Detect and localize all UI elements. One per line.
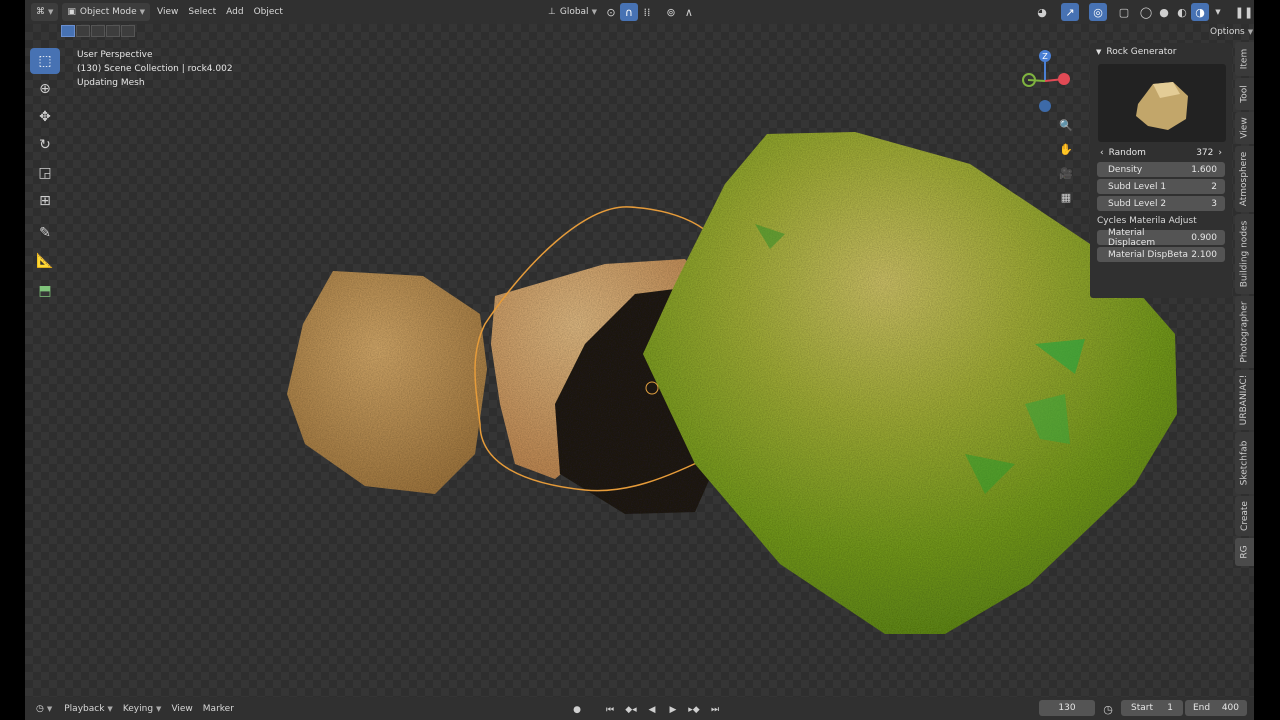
pivot-point-icon[interactable]: ⊙ bbox=[602, 3, 620, 21]
tab-atmosphere[interactable]: Atmosphere bbox=[1235, 146, 1254, 212]
panel-title: Rock Generator bbox=[1106, 46, 1177, 57]
jump-end-icon[interactable]: ⏭ bbox=[706, 701, 724, 719]
viewport-header: ⌘ ▼ ▣ Object Mode ▼ View Select Add Object… bbox=[25, 0, 1254, 24]
snap-target-icon[interactable]: ⁞⁞ bbox=[638, 3, 656, 21]
orientation-label: Global bbox=[559, 7, 589, 17]
blender-window: ⌘ ▼ ▣ Object Mode ▼ View Select Add Object… bbox=[25, 0, 1254, 720]
menu-timeline-view[interactable]: View bbox=[166, 700, 197, 718]
object-mode-icon: ▣ bbox=[67, 7, 76, 17]
subd-2-value: 3 bbox=[1211, 198, 1217, 209]
current-frame-field[interactable]: 130 bbox=[1039, 700, 1095, 716]
menu-object[interactable]: Object bbox=[249, 3, 288, 21]
gizmo-toggle-icon[interactable]: ↗ bbox=[1061, 3, 1079, 21]
subd-1-value: 2 bbox=[1211, 181, 1217, 192]
material-dispbeta-value: 2.100 bbox=[1191, 249, 1217, 260]
panel-header[interactable]: ▼ Rock Generator bbox=[1090, 43, 1232, 60]
snap-toggle-icon[interactable]: ∩ bbox=[619, 3, 638, 21]
menu-add[interactable]: Add bbox=[221, 3, 248, 21]
material-shading-icon[interactable]: ◐ bbox=[1173, 3, 1191, 21]
subd-1-label: Subd Level 1 bbox=[1108, 181, 1167, 192]
tab-photographer[interactable]: Photographer bbox=[1235, 296, 1254, 368]
jump-start-icon[interactable]: ⏮ bbox=[601, 701, 619, 719]
3d-viewport[interactable]: User Perspective (130) Scene Collection … bbox=[25, 24, 1254, 697]
options-label: Options bbox=[1210, 27, 1245, 37]
timeline-header: ◷ ▼ Playback ▼ Keying ▼ View Marker ● ⏮ ◆◂ … bbox=[25, 697, 1254, 720]
overlay-toggle-icon[interactable]: ◎ bbox=[1089, 3, 1107, 21]
transform-orientation-icon: ⊥ bbox=[548, 7, 556, 17]
grid-ortho-icon[interactable]: ▦ bbox=[1055, 186, 1077, 208]
subd-level-2-field[interactable]: Subd Level 2 3 bbox=[1097, 196, 1225, 211]
material-displacement-label: Material Displacem bbox=[1108, 227, 1156, 248]
navigation-buttons: 🔍 ✋ 🎥 ▦ bbox=[1055, 114, 1079, 210]
random-label: Random bbox=[1108, 147, 1146, 158]
pause-icon[interactable]: ❚❚ bbox=[1235, 3, 1253, 21]
tab-urbaniac[interactable]: URBANIAC! bbox=[1235, 370, 1254, 430]
next-keyframe-icon[interactable]: ▸◆ bbox=[685, 701, 703, 719]
tab-tool[interactable]: Tool bbox=[1235, 78, 1254, 110]
menu-playback[interactable]: Playback ▼ bbox=[59, 700, 118, 718]
tab-item[interactable]: Item bbox=[1235, 42, 1254, 76]
mode-label: Object Mode bbox=[79, 7, 137, 17]
orientation-dropdown[interactable]: ⊥ Global ▼ bbox=[543, 3, 602, 21]
neg-z-axis-handle[interactable] bbox=[1039, 100, 1051, 112]
material-displacement-value: 0.900 bbox=[1191, 232, 1217, 243]
editor-type-button[interactable]: ⌘ ▼ bbox=[31, 3, 59, 21]
density-field[interactable]: Density 1.600 bbox=[1097, 162, 1225, 177]
menu-marker[interactable]: Marker bbox=[198, 700, 239, 718]
density-label: Density bbox=[1108, 164, 1143, 175]
zoom-icon[interactable]: 🔍 bbox=[1055, 114, 1077, 136]
play-icon[interactable]: ▶ bbox=[664, 701, 682, 719]
increment-icon[interactable]: › bbox=[1218, 148, 1222, 158]
subd-2-label: Subd Level 2 bbox=[1108, 198, 1167, 209]
navigation-gizmo[interactable]: Z bbox=[1020, 49, 1070, 114]
menu-view[interactable]: View bbox=[152, 3, 183, 21]
random-value: 372 bbox=[1196, 147, 1214, 158]
editor-type-icon: ⌘ bbox=[36, 7, 45, 17]
record-icon[interactable]: ● bbox=[568, 701, 586, 719]
falloff-icon[interactable]: ∧ bbox=[680, 3, 698, 21]
z-axis-label: Z bbox=[1042, 52, 1048, 61]
camera-icon[interactable]: 🎥 bbox=[1055, 162, 1077, 184]
subd-level-1-field[interactable]: Subd Level 1 2 bbox=[1097, 179, 1225, 194]
preview-range-icon[interactable]: ◷ bbox=[1099, 700, 1117, 718]
tab-sketchfab[interactable]: Sketchfab bbox=[1235, 432, 1254, 494]
start-frame-field[interactable]: Start 1 bbox=[1121, 700, 1183, 716]
tab-create[interactable]: Create bbox=[1235, 496, 1254, 536]
proportional-edit-icon[interactable]: ⊚ bbox=[662, 3, 680, 21]
tab-building-nodes[interactable]: Building nodes bbox=[1235, 214, 1254, 294]
rendered-shading-icon[interactable]: ◑ bbox=[1191, 3, 1209, 21]
timeline-editor-type[interactable]: ◷ ▼ bbox=[31, 700, 57, 718]
pan-hand-icon[interactable]: ✋ bbox=[1055, 138, 1077, 160]
clock-icon: ◷ bbox=[36, 703, 44, 714]
wireframe-shading-icon[interactable]: ◯ bbox=[1137, 3, 1155, 21]
menu-select[interactable]: Select bbox=[183, 3, 221, 21]
solid-shading-icon[interactable]: ● bbox=[1155, 3, 1173, 21]
end-frame-field[interactable]: End 400 bbox=[1185, 700, 1247, 716]
tab-view[interactable]: View bbox=[1235, 112, 1254, 144]
decrement-icon[interactable]: ‹ bbox=[1100, 148, 1104, 158]
tab-rg[interactable]: RG bbox=[1235, 538, 1254, 566]
mode-dropdown[interactable]: ▣ Object Mode ▼ bbox=[62, 3, 150, 21]
rock-preview-image[interactable] bbox=[1098, 64, 1226, 142]
material-dispbeta-label: Material DispBeta bbox=[1108, 249, 1189, 260]
visibility-icon[interactable]: ◕ bbox=[1033, 3, 1051, 21]
subsection-label: Cycles Materila Adjust bbox=[1097, 216, 1197, 226]
material-displacement-field[interactable]: Material Displacem 0.900 bbox=[1097, 227, 1225, 248]
random-seed-field[interactable]: ‹ Random 372 › bbox=[1097, 145, 1225, 160]
density-value: 1.600 bbox=[1191, 164, 1217, 175]
rock-generator-panel: ▼ Rock Generator ‹ Random 372 › Density … bbox=[1090, 43, 1232, 298]
collapse-chevron-icon: ▼ bbox=[1096, 47, 1102, 56]
material-dispbeta-field[interactable]: Material DispBeta 2.100 bbox=[1097, 247, 1225, 262]
rock-tan[interactable] bbox=[287, 271, 487, 494]
play-reverse-icon[interactable]: ◀ bbox=[643, 701, 661, 719]
prev-keyframe-icon[interactable]: ◆◂ bbox=[622, 701, 640, 719]
shading-dropdown-icon[interactable]: ▼ bbox=[1209, 3, 1227, 21]
x-axis-handle[interactable] bbox=[1058, 73, 1070, 85]
options-dropdown[interactable]: Options ▼ bbox=[1205, 25, 1254, 39]
menu-keying[interactable]: Keying ▼ bbox=[118, 700, 167, 718]
xray-toggle-icon[interactable]: ▢ bbox=[1115, 3, 1133, 21]
